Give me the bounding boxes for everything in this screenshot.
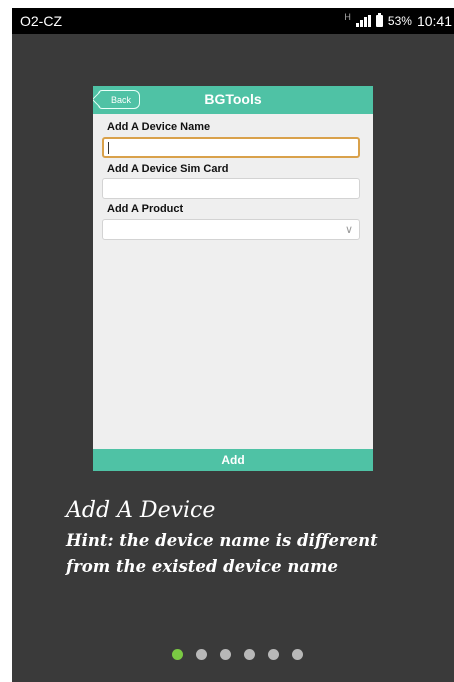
network-type: H bbox=[344, 12, 351, 22]
page-dot-2[interactable] bbox=[196, 649, 207, 660]
app-title: BGTools bbox=[204, 91, 262, 107]
hint-text: Hint: the device name is different from … bbox=[66, 531, 378, 576]
page-dot-4[interactable] bbox=[244, 649, 255, 660]
text-cursor bbox=[108, 142, 109, 154]
page-dot-3[interactable] bbox=[220, 649, 231, 660]
app-screenshot: Back BGTools Add A Device Name Add A Dev… bbox=[93, 86, 373, 471]
status-bar: O2-CZ H 53% 10:41 bbox=[12, 8, 454, 34]
page-dot-5[interactable] bbox=[268, 649, 279, 660]
page-dot-6[interactable] bbox=[292, 649, 303, 660]
page-indicator[interactable] bbox=[172, 649, 303, 660]
chevron-down-icon: ∨ bbox=[344, 224, 353, 236]
device-name-label: Add A Device Name bbox=[107, 121, 211, 133]
battery-icon bbox=[375, 13, 383, 27]
sim-card-input bbox=[102, 178, 360, 199]
add-button: Add bbox=[93, 449, 373, 471]
app-header: Back BGTools bbox=[93, 86, 373, 114]
hint-title: Add A Device bbox=[66, 498, 216, 523]
carrier-name: O2-CZ bbox=[20, 13, 62, 29]
signal-icon bbox=[355, 15, 371, 27]
phone-screen: O2-CZ H 53% 10:41 Back BGTools Add A Dev… bbox=[12, 8, 454, 682]
product-label: Add A Product bbox=[107, 203, 184, 215]
sim-card-label: Add A Device Sim Card bbox=[107, 163, 229, 175]
clock: 10:41 bbox=[416, 13, 452, 29]
device-name-input bbox=[102, 137, 360, 158]
product-select: ∨ bbox=[102, 219, 360, 240]
page-dot-1[interactable] bbox=[172, 649, 183, 660]
status-icons: H 53% 10:41 bbox=[344, 12, 452, 29]
battery-percent: 53% bbox=[387, 14, 412, 28]
